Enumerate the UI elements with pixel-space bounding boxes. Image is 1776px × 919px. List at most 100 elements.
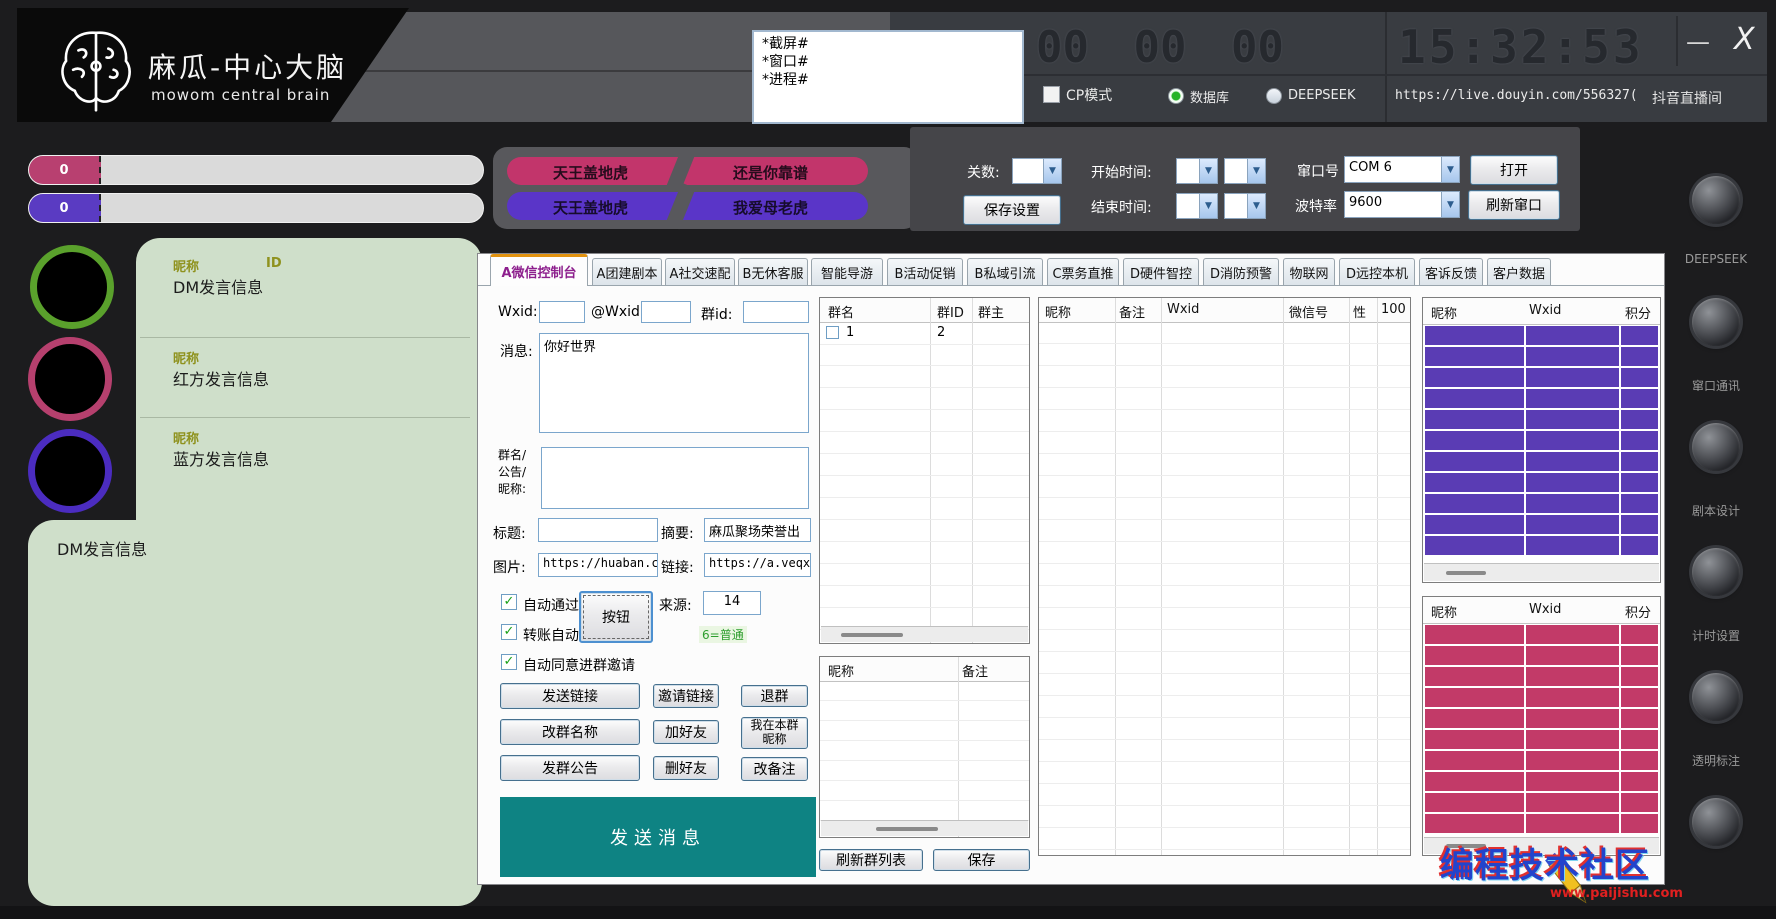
score-table-bottom[interactable]: 昵称 Wxid 积分 (1422, 596, 1661, 856)
side-knob-1[interactable] (1692, 176, 1740, 224)
delete-friend-button[interactable]: 删好友 (653, 756, 719, 780)
clock-display: 15:32:53 (1398, 20, 1664, 74)
scrollbar-thumb[interactable] (1446, 571, 1486, 575)
minimize-button[interactable]: — (1686, 28, 1710, 56)
side-knob-5[interactable] (1692, 673, 1740, 721)
tab-B活动促销[interactable]: B活动促销 (887, 258, 963, 285)
scrollbar-thumb[interactable] (841, 633, 903, 637)
group-announce-button[interactable]: 发群公告 (500, 755, 640, 781)
auto-accept-checkbox[interactable]: ✓ (501, 594, 517, 610)
overlay-button[interactable]: 按钮 (579, 591, 653, 643)
my-group-nick-button[interactable]: 我在本群 昵称 (741, 717, 808, 749)
score-table-top[interactable]: 昵称 Wxid 积分 (1422, 297, 1661, 583)
group-id-input[interactable] (743, 301, 809, 323)
source-label: 来源: (659, 595, 692, 615)
start-minute-select[interactable]: ▼ (1224, 158, 1266, 184)
cp-mode-checkbox[interactable] (1043, 86, 1060, 103)
pill-button[interactable]: 我爱母老虎 (733, 197, 808, 218)
notes-input[interactable]: *截屏# *窗口# *进程# (752, 30, 1024, 124)
col-header: 昵称 (828, 661, 854, 680)
end-hour-select[interactable]: ▼ (1176, 193, 1218, 219)
tab-物联网[interactable]: 物联网 (1283, 258, 1335, 285)
save-settings-button[interactable]: 保存设置 (963, 195, 1061, 225)
col-header: 备注 (962, 661, 988, 680)
tab-A团建剧本[interactable]: A团建剧本 (592, 258, 662, 285)
link-input[interactable]: https://a.veqx (704, 553, 811, 577)
side-knob-3[interactable] (1692, 423, 1740, 471)
tab-客户数据[interactable]: 客户数据 (1487, 258, 1551, 285)
table-row[interactable]: 1 2 (820, 322, 1029, 345)
wxid-label: Wxid: (498, 304, 538, 320)
h-scrollbar[interactable] (821, 820, 1028, 836)
side-knob-label: 透明标注 (1666, 752, 1766, 769)
source-input[interactable]: 14 (703, 591, 761, 615)
leave-group-button[interactable]: 退群 (741, 685, 808, 707)
tab-A微信控制台[interactable]: A微信控制台 (490, 254, 588, 286)
titlebar-divider (1676, 16, 1678, 66)
h-scrollbar[interactable] (1424, 563, 1659, 581)
pill-button[interactable]: 天王盖地虎 (553, 197, 628, 218)
at-wxid-input[interactable] (641, 301, 691, 323)
tab-B私域引流[interactable]: B私域引流 (967, 258, 1043, 285)
tab-C票务直推[interactable]: C票务直推 (1047, 258, 1119, 285)
group-name-textarea[interactable] (541, 447, 809, 509)
database-radio[interactable] (1168, 88, 1184, 104)
pill-row-purple[interactable]: 天王盖地虎 我爱母老虎 (507, 192, 868, 220)
start-hour-select[interactable]: ▼ (1176, 158, 1218, 184)
com-port-select[interactable]: COM 6▼ (1344, 156, 1460, 183)
side-knob-2[interactable] (1692, 298, 1740, 346)
auto-transfer-checkbox[interactable]: ✓ (501, 624, 517, 640)
baud-rate-select[interactable]: 9600▼ (1344, 191, 1460, 218)
add-friend-button[interactable]: 加好友 (653, 720, 719, 744)
wxid-input[interactable] (539, 301, 585, 323)
level-select[interactable]: ▼ (1012, 158, 1062, 184)
tab-D硬件智控[interactable]: D硬件智控 (1123, 258, 1199, 285)
member-table[interactable]: 昵称 备注 Wxid 微信号 性 100 (1038, 297, 1411, 856)
label-line: 公告/ (498, 464, 526, 481)
table-empty-row (820, 721, 1029, 741)
edit-remark-button[interactable]: 改备注 (741, 757, 808, 781)
pill-button[interactable]: 天王盖地虎 (553, 162, 628, 183)
auto-join-checkbox[interactable]: ✓ (501, 654, 517, 670)
table-empty-row (820, 388, 1029, 410)
end-minute-select[interactable]: ▼ (1224, 193, 1266, 219)
score-row (1425, 452, 1658, 471)
pill-row-red[interactable]: 天王盖地虎 还是你靠谱 (507, 157, 868, 185)
invite-link-button[interactable]: 邀请链接 (653, 684, 719, 708)
group-table[interactable]: 群名 群ID 群主 1 2 (819, 297, 1030, 644)
h-scrollbar[interactable] (821, 626, 1028, 642)
refresh-port-button[interactable]: 刷新窜口 (1468, 190, 1560, 220)
message-textarea[interactable]: 你好世界 (539, 333, 809, 433)
row-checkbox[interactable] (826, 326, 839, 339)
nick-note-table[interactable]: 昵称 备注 (819, 656, 1030, 838)
close-button[interactable]: X (1734, 22, 1755, 57)
send-message-button[interactable]: 发送消息 (500, 797, 816, 877)
save-button[interactable]: 保存 (933, 849, 1030, 871)
live-url-field[interactable]: https://live.douyin.com/556327( (1395, 88, 1638, 103)
summary-input[interactable]: 麻瓜聚场荣誉出 (704, 518, 811, 542)
rename-group-button[interactable]: 改群名称 (500, 719, 640, 745)
image-input[interactable]: https://huaban.c (538, 553, 658, 577)
pill-button[interactable]: 还是你靠谱 (733, 162, 808, 183)
header-hline (1012, 74, 1767, 76)
tab-客诉反馈[interactable]: 客诉反馈 (1419, 258, 1483, 285)
tab-智能导游[interactable]: 智能导游 (811, 258, 883, 285)
red-avatar[interactable] (28, 337, 112, 421)
scrollbar-thumb[interactable] (876, 827, 938, 831)
open-port-button[interactable]: 打开 (1470, 155, 1558, 185)
tab-A社交速配[interactable]: A社交速配 (665, 258, 735, 285)
tab-B无休客服[interactable]: B无休客服 (738, 258, 808, 285)
table-empty-row (1039, 696, 1410, 718)
cell-group-id: 2 (937, 325, 945, 340)
dm-avatar[interactable] (30, 245, 114, 329)
send-link-button[interactable]: 发送链接 (500, 683, 640, 709)
refresh-groups-button[interactable]: 刷新群列表 (819, 849, 923, 871)
title-input[interactable] (538, 518, 658, 542)
side-knob-4[interactable] (1692, 548, 1740, 596)
blue-avatar[interactable] (28, 429, 112, 513)
chevron-down-icon: ▼ (1247, 159, 1265, 183)
tab-D远控本机[interactable]: D远控本机 (1339, 258, 1415, 285)
tab-D消防预警[interactable]: D消防预警 (1203, 258, 1279, 285)
deepseek-radio[interactable] (1266, 88, 1282, 104)
score-row (1425, 751, 1658, 770)
